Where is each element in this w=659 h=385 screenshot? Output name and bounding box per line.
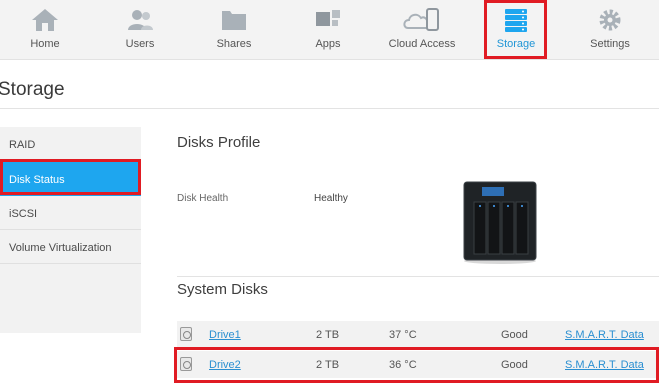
smart-data-link[interactable]: S.M.A.R.T. Data — [565, 329, 644, 341]
sidebar: RAID Disk Status iSCSI Volume Virtualiza… — [0, 127, 141, 333]
drive-temperature: 36 °C — [389, 359, 417, 371]
drive-size: 2 TB — [316, 359, 340, 371]
section-divider — [177, 276, 659, 277]
table-row: Drive2 2 TB 36 °C Good S.M.A.R.T. Data — [177, 351, 659, 378]
hard-drive-icon — [180, 357, 192, 371]
sidebar-item-volume-virtualization[interactable]: Volume Virtualization — [0, 230, 141, 264]
nav-apps[interactable]: Apps — [298, 0, 358, 60]
disks-profile-title: Disks Profile — [177, 134, 261, 151]
nav-settings[interactable]: Settings — [580, 0, 640, 60]
drive-status: Good — [501, 329, 528, 341]
drive-name-link[interactable]: Drive2 — [209, 359, 241, 371]
sidebar-item-iscsi[interactable]: iSCSI — [0, 196, 141, 230]
drive-name-link[interactable]: Drive1 — [209, 329, 241, 341]
title-divider — [0, 108, 659, 109]
gear-icon — [599, 9, 621, 31]
home-icon — [32, 9, 58, 31]
nav-home[interactable]: Home — [15, 0, 75, 60]
nav-shares[interactable]: Shares — [204, 0, 264, 60]
nav-users[interactable]: Users — [110, 0, 170, 60]
table-row: Drive1 2 TB 37 °C Good S.M.A.R.T. Data — [177, 321, 659, 348]
sidebar-item-label: iSCSI — [9, 208, 38, 220]
smart-data-link[interactable]: S.M.A.R.T. Data — [565, 359, 644, 371]
hard-drive-icon — [180, 327, 192, 341]
sidebar-item-raid[interactable]: RAID — [0, 127, 141, 161]
disk-health-value: Healthy — [314, 193, 348, 204]
nav-cloud-access[interactable]: Cloud Access — [382, 0, 462, 60]
disk-health-label: Disk Health — [177, 193, 229, 204]
top-navigation: Home Users Shares Apps Cloud Access Stor… — [0, 0, 659, 60]
users-icon — [128, 10, 153, 30]
cloud-access-icon — [403, 8, 439, 31]
sidebar-item-disk-status[interactable]: Disk Status — [0, 162, 141, 196]
storage-icon — [505, 9, 527, 32]
sidebar-item-label: Volume Virtualization — [9, 242, 112, 254]
folder-icon — [222, 11, 246, 30]
drive-temperature: 37 °C — [389, 329, 417, 341]
nas-device-image — [463, 181, 537, 264]
sidebar-item-label: RAID — [9, 139, 36, 151]
apps-icon — [316, 10, 340, 26]
page-title: Storage — [0, 79, 65, 100]
system-disks-title: System Disks — [177, 281, 268, 298]
drive-status: Good — [501, 359, 528, 371]
nav-storage[interactable]: Storage — [487, 0, 545, 60]
drive-size: 2 TB — [316, 329, 340, 341]
sidebar-item-label: Disk Status — [9, 174, 65, 186]
